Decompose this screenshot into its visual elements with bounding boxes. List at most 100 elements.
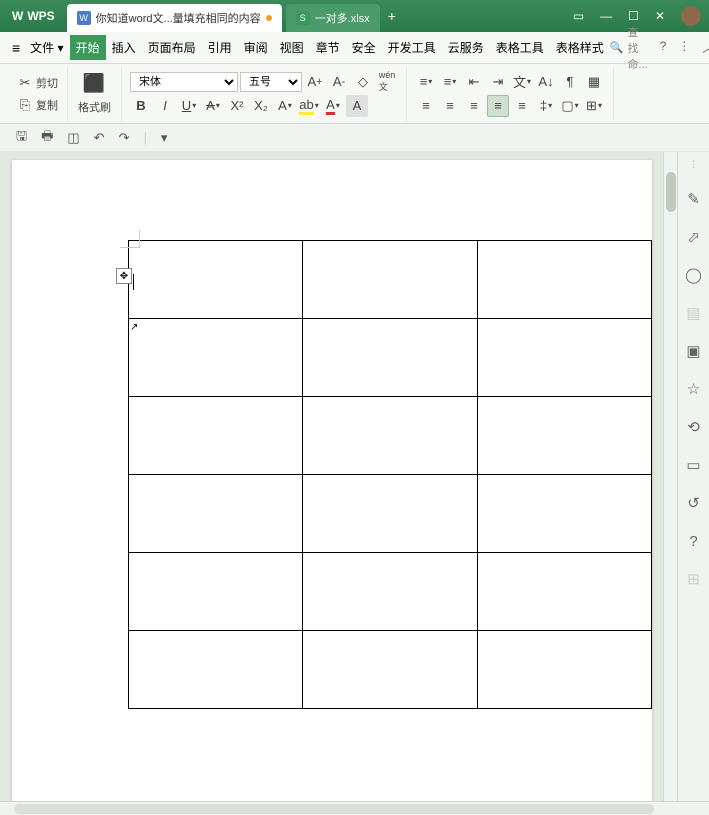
font-color-button[interactable]: A▾ <box>322 95 344 117</box>
table-cell[interactable] <box>477 319 651 397</box>
help-icon[interactable]: ? <box>684 531 704 551</box>
align-justify-button[interactable]: ≡ <box>487 95 509 117</box>
subscript-button[interactable]: X₂ <box>250 95 272 117</box>
hamburger-icon[interactable]: ≡ <box>8 36 24 60</box>
table-cell[interactable] <box>303 553 477 631</box>
bullet-list-button[interactable]: ≡▾ <box>415 71 437 93</box>
clipboard-icon[interactable]: ▣ <box>684 341 704 361</box>
distribute-button[interactable]: ≡ <box>511 95 533 117</box>
sort-button[interactable]: A↓ <box>535 71 557 93</box>
history-icon[interactable]: ↺ <box>684 493 704 513</box>
align-left-button[interactable]: ≡ <box>415 95 437 117</box>
menu-cloud[interactable]: 云服务 <box>442 35 490 60</box>
scrollbar-thumb[interactable] <box>666 172 676 212</box>
vertical-scrollbar[interactable] <box>663 152 677 801</box>
align-right-button[interactable]: ≡ <box>463 95 485 117</box>
table-cell[interactable] <box>129 397 303 475</box>
table-cell[interactable] <box>129 553 303 631</box>
show-marks-button[interactable]: ¶ <box>559 71 581 93</box>
scrollbar-thumb[interactable] <box>14 804 654 814</box>
text-direction-button[interactable]: 文▾ <box>511 71 533 93</box>
avatar[interactable] <box>681 6 701 26</box>
layers-icon[interactable]: ▤ <box>684 303 704 323</box>
font-name-select[interactable]: 宋体 <box>130 72 238 92</box>
menu-review[interactable]: 审阅 <box>238 35 274 60</box>
highlight-button[interactable]: ab▾ <box>298 95 320 117</box>
more-button[interactable]: ⋮ <box>678 39 690 56</box>
borders-button[interactable]: ⊞▾ <box>583 95 605 117</box>
menu-tabletools[interactable]: 表格工具 <box>490 35 550 60</box>
horizontal-scrollbar[interactable] <box>0 801 709 815</box>
menu-tablestyle[interactable]: 表格样式 <box>550 35 610 60</box>
table-cell[interactable] <box>477 241 651 319</box>
window-mode-icon[interactable]: ▭ <box>565 9 592 23</box>
align-center-button[interactable]: ≡ <box>439 95 461 117</box>
table-cell[interactable] <box>303 241 477 319</box>
shading-button[interactable]: ▢▾ <box>559 95 581 117</box>
font-size-select[interactable]: 五号 <box>240 72 302 92</box>
pencil-icon[interactable]: ✎ <box>684 189 704 209</box>
properties-icon[interactable]: ▭ <box>684 455 704 475</box>
menu-section[interactable]: 章节 <box>310 35 346 60</box>
close-button[interactable]: ✕ <box>647 9 673 23</box>
qat-customize-button[interactable]: ▾ <box>161 130 168 146</box>
grid-icon[interactable]: ⊞ <box>684 569 704 589</box>
redo-button[interactable]: ↷ <box>119 130 130 146</box>
phonetic-button[interactable]: wén文 <box>376 71 398 93</box>
menu-file[interactable]: 文件 ▾ <box>24 35 69 60</box>
search-input[interactable]: 🔍 查找命... <box>610 24 648 72</box>
menu-security[interactable]: 安全 <box>346 35 382 60</box>
superscript-button[interactable]: X² <box>226 95 248 117</box>
table-cell[interactable] <box>303 319 477 397</box>
table-cell[interactable] <box>303 397 477 475</box>
table-cell[interactable] <box>477 397 651 475</box>
table-cell[interactable] <box>129 475 303 553</box>
format-brush-button[interactable]: ⬛ 格式刷 <box>74 71 115 117</box>
cut-button[interactable]: ✂剪切 <box>14 73 61 93</box>
add-tab-button[interactable]: + <box>380 8 404 24</box>
bold-button[interactable]: B <box>130 95 152 117</box>
collapse-ribbon-button[interactable]: ︿ <box>702 39 709 56</box>
increase-indent-button[interactable]: ⇥ <box>487 71 509 93</box>
underline-button[interactable]: U▾ <box>178 95 200 117</box>
menu-ref[interactable]: 引用 <box>202 35 238 60</box>
table-cell[interactable] <box>129 241 303 319</box>
select-icon[interactable]: ⬀ <box>684 227 704 247</box>
document-table[interactable] <box>128 240 652 709</box>
char-shading-button[interactable]: A <box>346 95 368 117</box>
copy-button[interactable]: ⎘复制 <box>14 95 61 115</box>
side-handle-icon[interactable]: ⫶ <box>692 160 695 171</box>
table-cell[interactable] <box>477 631 651 709</box>
maximize-button[interactable]: ☐ <box>620 9 647 23</box>
number-list-button[interactable]: ≡▾ <box>439 71 461 93</box>
menu-start[interactable]: 开始 <box>70 35 106 60</box>
document-page[interactable]: ✥ ↗ <box>12 160 652 801</box>
table-cell[interactable] <box>477 553 651 631</box>
italic-button[interactable]: I <box>154 95 176 117</box>
star-icon[interactable]: ☆ <box>684 379 704 399</box>
minimize-button[interactable]: — <box>592 9 620 23</box>
line-spacing-button[interactable]: ‡▾ <box>535 95 557 117</box>
menu-layout[interactable]: 页面布局 <box>142 35 202 60</box>
print-preview-button[interactable]: ◫ <box>67 130 79 146</box>
share-icon[interactable]: ⟲ <box>684 417 704 437</box>
table-cell[interactable] <box>477 475 651 553</box>
tab-document-2[interactable]: S 一对多.xlsx <box>286 4 380 32</box>
text-effect-button[interactable]: A▾ <box>274 95 296 117</box>
save-button[interactable]: 🖫 <box>16 127 27 149</box>
decrease-indent-button[interactable]: ⇤ <box>463 71 485 93</box>
menu-view[interactable]: 视图 <box>274 35 310 60</box>
undo-button[interactable]: ↶ <box>94 130 105 146</box>
table-cell[interactable] <box>129 319 303 397</box>
help-button[interactable]: ? <box>660 39 667 56</box>
increase-font-button[interactable]: A+ <box>304 71 326 93</box>
shape-icon[interactable]: ◯ <box>684 265 704 285</box>
table-insert-button[interactable]: ▦ <box>583 71 605 93</box>
print-button[interactable]: 🖶 <box>41 127 53 149</box>
table-cell[interactable] <box>303 631 477 709</box>
tab-document-1[interactable]: W 你知道word文...量填充相同的内容 <box>67 4 282 32</box>
decrease-font-button[interactable]: A- <box>328 71 350 93</box>
table-cell[interactable] <box>129 631 303 709</box>
document-scroll-area[interactable]: ✥ ↗ <box>0 152 663 801</box>
menu-dev[interactable]: 开发工具 <box>382 35 442 60</box>
